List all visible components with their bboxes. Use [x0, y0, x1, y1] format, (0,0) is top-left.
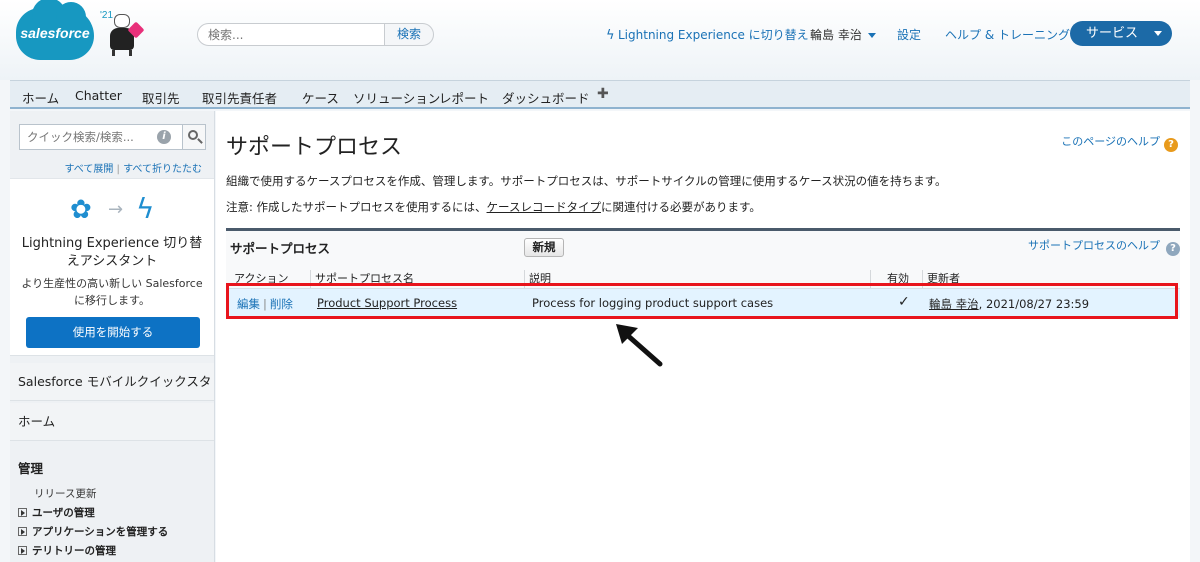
- separator: |: [116, 164, 120, 175]
- page-note: 注意: 作成したサポートプロセスを使用するには、ケースレコードタイプに関連付ける…: [226, 199, 761, 215]
- page-help-link[interactable]: このページのヘルプ?: [1061, 133, 1178, 152]
- tab-chatter[interactable]: Chatter: [75, 88, 122, 103]
- sidebar: i すべて展開 | すべて折りたたむ ✿ → ϟ Lightning Exper…: [10, 111, 215, 562]
- expand-all-link[interactable]: すべて展開: [64, 164, 113, 175]
- related-list-title: サポートプロセス: [230, 241, 331, 256]
- help-icon: ?: [1166, 242, 1180, 256]
- tab-cases[interactable]: ケース: [302, 88, 339, 107]
- tab-solutions[interactable]: ソリューション: [353, 88, 440, 107]
- page-help-label: このページのヘルプ: [1061, 135, 1160, 148]
- sidebar-tree-territory-management[interactable]: テリトリーの管理: [18, 543, 116, 558]
- user-menu[interactable]: 輪島 幸治: [810, 26, 876, 43]
- chevron-down-icon: [1154, 31, 1162, 36]
- info-icon[interactable]: i: [157, 130, 171, 144]
- page-description: 組織で使用するケースプロセスを作成、管理します。サポートプロセスは、サポートサイ…: [226, 174, 947, 188]
- logo-text: salesforce: [20, 25, 90, 41]
- arrow-pointer-icon: [616, 324, 663, 367]
- lightning-bolt-icon: ϟ: [136, 192, 155, 225]
- expand-triangle-icon: [18, 527, 27, 536]
- note-prefix: 注意: 作成したサポートプロセスを使用するには、: [226, 200, 487, 214]
- main-content: サポートプロセス このページのヘルプ? 組織で使用するケースプロセスを作成、管理…: [216, 111, 1190, 562]
- tab-dashboards[interactable]: ダッシュボード: [502, 88, 590, 107]
- expand-collapse-links: すべて展開 | すべて折りたたむ: [19, 160, 202, 175]
- help-training-link[interactable]: ヘルプ & トレーニング: [945, 26, 1070, 43]
- lightning-bolt-icon: ϟ: [606, 28, 615, 43]
- tree-label: ユーザの管理: [32, 507, 95, 519]
- sidebar-item-home[interactable]: ホーム: [10, 403, 214, 441]
- switch-to-lightning-label: Lightning Experience に切り替え: [618, 28, 809, 42]
- sidebar-item-release-updates[interactable]: リリース更新: [34, 486, 96, 501]
- classic-clover-icon: ✿: [70, 195, 92, 225]
- user-name: 輪島 幸治: [810, 28, 862, 42]
- global-search-button[interactable]: 検索: [384, 23, 434, 46]
- global-search-input[interactable]: [197, 23, 385, 46]
- sidebar-tree-manage-apps[interactable]: アプリケーションを管理する: [18, 524, 168, 539]
- app-switcher-button[interactable]: サービス: [1070, 21, 1172, 46]
- tab-contacts[interactable]: 取引先責任者: [202, 88, 277, 107]
- goat-legs-icon: [112, 50, 132, 56]
- case-record-type-link[interactable]: ケースレコードタイプ: [487, 200, 601, 214]
- expand-triangle-icon: [18, 508, 27, 517]
- release-label: '21: [100, 10, 114, 21]
- quick-search: i: [19, 124, 206, 150]
- page-title: サポートプロセス: [226, 135, 403, 160]
- chevron-down-icon: [867, 33, 876, 38]
- new-button[interactable]: 新規: [524, 238, 564, 257]
- sidebar-tree-user-management[interactable]: ユーザの管理: [18, 505, 95, 520]
- get-started-button[interactable]: 使用を開始する: [26, 317, 200, 348]
- goat-head-icon: [114, 14, 130, 28]
- lightning-assistant-card: ✿ → ϟ Lightning Experience 切り替えアシスタント より…: [10, 178, 214, 356]
- note-suffix: に関連付ける必要があります。: [600, 200, 761, 214]
- support-process-help-label: サポートプロセスのヘルプ: [1028, 239, 1160, 252]
- search-icon-handle: [197, 138, 203, 144]
- app-switcher-label: サービス: [1086, 26, 1139, 41]
- collapse-all-link[interactable]: すべて折りたたむ: [123, 164, 202, 175]
- sidebar-admin-heading: 管理: [18, 461, 44, 476]
- all-tabs-plus-icon[interactable]: ✚: [597, 86, 609, 102]
- tab-bar: ホーム Chatter 取引先 取引先責任者 ケース ソリューション レポート …: [10, 80, 1190, 109]
- support-process-help-link[interactable]: サポートプロセスのヘルプ?: [1028, 237, 1180, 256]
- help-icon: ?: [1164, 138, 1178, 152]
- salesforce-logo[interactable]: salesforce: [16, 0, 94, 60]
- expand-triangle-icon: [18, 546, 27, 555]
- switch-to-lightning-link[interactable]: ϟ Lightning Experience に切り替え: [606, 26, 809, 43]
- tree-label: アプリケーションを管理する: [32, 526, 169, 538]
- tab-home[interactable]: ホーム: [22, 88, 59, 107]
- highlight-box-annotation: [226, 283, 1178, 319]
- tab-accounts[interactable]: 取引先: [142, 88, 180, 107]
- global-search: 検索: [197, 23, 435, 46]
- tab-reports[interactable]: レポート: [439, 88, 489, 107]
- release-mascot: '21: [100, 10, 150, 60]
- quick-search-button[interactable]: [182, 124, 206, 150]
- lightning-migration-graphic: ✿ → ϟ: [70, 193, 160, 227]
- sidebar-item-mobile-quickstart[interactable]: Salesforce モバイルクイックスタート: [10, 363, 214, 427]
- arrow-right-icon: →: [108, 199, 124, 220]
- global-header: salesforce '21 検索 ϟLightning Experience …: [0, 0, 1200, 80]
- tree-label: テリトリーの管理: [32, 545, 116, 557]
- setup-link[interactable]: 設定: [897, 26, 921, 43]
- lightning-assistant-description: より生産性の高い新しい Salesforce に移行します。: [21, 277, 203, 307]
- lightning-assistant-title: Lightning Experience 切り替えアシスタント: [21, 236, 203, 269]
